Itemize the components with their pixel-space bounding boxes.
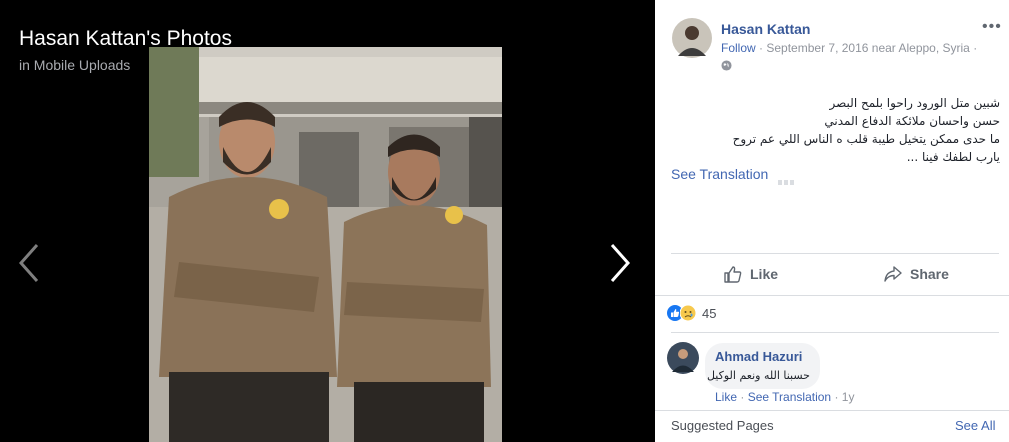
see-translation-link[interactable]: See Translation	[671, 166, 768, 182]
share-button[interactable]: Share	[884, 262, 949, 286]
album-subtitle[interactable]: in Mobile Uploads	[19, 57, 130, 73]
author-avatar[interactable]	[672, 18, 712, 63]
loading-dots-icon	[778, 172, 796, 190]
share-label: Share	[910, 266, 949, 282]
sad-reaction-icon	[680, 305, 696, 321]
comment-see-translation-link[interactable]: See Translation	[748, 390, 831, 404]
photo-viewer: Hasan Kattan's Photos in Mobile Uploads	[0, 0, 655, 442]
post-text: شبين متل الورود راحوا بلمح البصر حسن واح…	[680, 94, 1000, 166]
globe-icon[interactable]	[721, 58, 732, 76]
post-text-line: ما حدى ممكن يتخيل طيبة قلب ه الناس اللي …	[732, 132, 1000, 146]
divider	[655, 295, 1009, 296]
photo-viewer-screen: Hasan Kattan's Photos in Mobile Uploads	[0, 0, 1009, 442]
post-text-line: حسن واحسان ملائكة الدفاع المدني	[824, 114, 1000, 128]
comment-separator: ·	[740, 390, 748, 404]
post-timestamp[interactable]: September 7, 2016 near Aleppo, Syria	[766, 41, 969, 55]
commenter-avatar[interactable]	[667, 342, 699, 379]
thumbs-up-icon	[724, 266, 742, 283]
divider	[671, 253, 999, 254]
author-avatar-image	[672, 18, 712, 58]
post-text-line: يارب لطفك فينا ...	[906, 150, 1000, 164]
comment-text: حسبنا الله ونعم الوكيل	[706, 369, 810, 382]
comment-like-link[interactable]: Like	[715, 390, 737, 404]
commenter-name[interactable]: Ahmad Hazuri	[715, 349, 810, 364]
chevron-left-icon	[18, 244, 39, 282]
comment-age[interactable]: 1y	[842, 390, 855, 404]
post-photo[interactable]	[149, 47, 502, 442]
comment-actions: Like · See Translation · 1y	[715, 390, 854, 404]
previous-photo-button[interactable]	[17, 243, 41, 283]
follow-link[interactable]: Follow	[721, 41, 756, 55]
commenter-avatar-image	[667, 342, 699, 374]
divider	[655, 410, 1009, 411]
share-arrow-icon	[884, 266, 902, 282]
author-name[interactable]: Hasan Kattan	[721, 21, 810, 37]
next-photo-button[interactable]	[608, 243, 632, 283]
see-all-link[interactable]: See All	[955, 418, 995, 433]
more-dots-icon[interactable]: •••	[982, 18, 1002, 36]
chevron-right-icon	[610, 244, 631, 282]
post-text-line: شبين متل الورود راحوا بلمح البصر	[829, 96, 1000, 110]
divider	[671, 332, 999, 333]
like-button[interactable]: Like	[724, 262, 778, 286]
comment-separator: ·	[834, 390, 842, 404]
post-meta: Follow · September 7, 2016 near Aleppo, …	[721, 41, 977, 55]
photo-image	[149, 47, 502, 442]
reaction-count: 45	[702, 305, 717, 321]
meta-separator: ·	[973, 41, 978, 55]
like-label: Like	[750, 266, 779, 282]
suggested-pages-heading: Suggested Pages	[671, 418, 774, 433]
reaction-summary[interactable]: 45	[667, 305, 716, 321]
comment-bubble: Ahmad Hazuri حسبنا الله ونعم الوكيل	[705, 343, 820, 389]
